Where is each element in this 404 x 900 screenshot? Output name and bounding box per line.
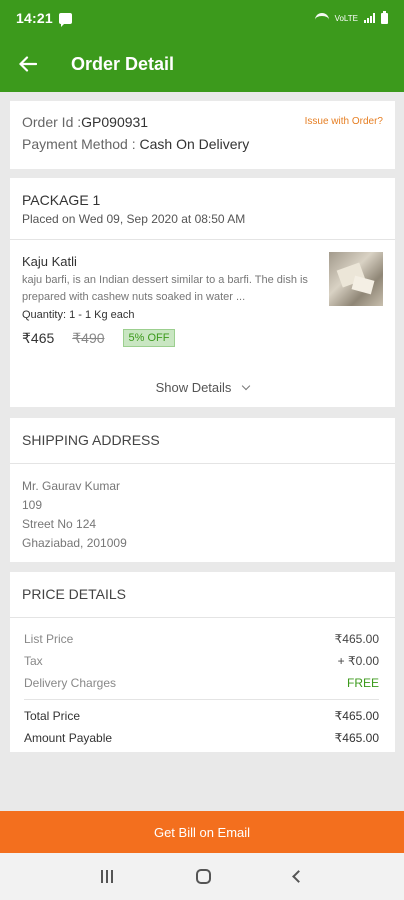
arrow-left-icon <box>19 56 37 72</box>
payment-method-label: Payment Method : <box>22 136 136 152</box>
package-title: PACKAGE 1 <box>22 192 101 208</box>
payment-method-value: Cash On Delivery <box>139 136 250 152</box>
show-details-label: Show Details <box>155 380 232 395</box>
package-card: PACKAGE 1 Placed on Wed 09, Sep 2020 at … <box>10 178 395 407</box>
home-icon[interactable] <box>195 869 211 884</box>
list-price-row: List Price ₹465.00 <box>24 628 379 650</box>
recents-icon[interactable] <box>101 870 114 883</box>
item-price: ₹465 <box>22 329 55 346</box>
tax-label: Tax <box>24 654 43 668</box>
address-line: Ghaziabad, 201009 <box>22 536 127 550</box>
delivery-charges-value: FREE <box>346 676 379 690</box>
chevron-down-icon <box>242 381 251 391</box>
item-description: kaju barfi, is an Indian dessert similar… <box>22 274 308 303</box>
order-summary-card: Order Id :GP090931 Issue with Order? Pay… <box>10 101 395 169</box>
volte-label: VoLTE <box>334 13 358 23</box>
payment-method: Payment Method : Cash On Delivery <box>22 136 383 152</box>
price-details-card: PRICE DETAILS List Price ₹465.00 Tax + ₹… <box>10 572 395 752</box>
back-button[interactable] <box>0 36 56 92</box>
tax-value: + ₹0.00 <box>337 654 379 668</box>
system-nav-bar <box>0 853 404 900</box>
message-notification-icon <box>58 12 72 27</box>
address-line: Street No 124 <box>22 517 97 531</box>
amount-payable-row: Amount Payable ₹465.00 <box>24 727 379 749</box>
status-bar: 14:21 VoLTE <box>0 0 404 36</box>
back-nav-icon[interactable] <box>291 870 305 883</box>
discount-badge: 5% OFF <box>122 329 176 347</box>
app-bar: Order Detail <box>0 36 404 92</box>
order-id-label: Order Id : <box>22 114 82 130</box>
item-quantity: Quantity: 1 - 1 Kg each <box>22 309 135 321</box>
issue-with-order-link[interactable]: Issue with Order? <box>305 116 383 127</box>
list-price-value: ₹465.00 <box>334 632 379 646</box>
total-price-value: ₹465.00 <box>334 709 379 723</box>
page-title: Order Detail <box>71 53 175 74</box>
total-price-row: Total Price ₹465.00 <box>24 705 379 727</box>
item-mrp: ₹490 <box>72 329 105 346</box>
address-line: Mr. Gaurav Kumar <box>22 479 121 493</box>
status-time: 14:21 <box>16 10 53 26</box>
shipping-address-card: SHIPPING ADDRESS Mr. Gaurav Kumar 109 St… <box>10 418 395 562</box>
battery-icon <box>381 10 388 24</box>
wifi-icon <box>314 13 329 23</box>
signal-icon <box>364 13 375 23</box>
shipping-address-title: SHIPPING ADDRESS <box>10 418 395 464</box>
amount-payable-value: ₹465.00 <box>334 731 379 745</box>
shipping-address: Mr. Gaurav Kumar 109 Street No 124 Ghazi… <box>10 464 395 553</box>
placed-on-date: Placed on Wed 09, Sep 2020 at 08:50 AM <box>22 212 246 226</box>
show-details-button[interactable]: Show Details <box>10 380 395 395</box>
price-details-title: PRICE DETAILS <box>10 572 395 618</box>
item-prices: ₹465 ₹490 5% OFF <box>22 329 383 347</box>
divider <box>24 699 379 700</box>
amount-payable-label: Amount Payable <box>24 731 113 745</box>
delivery-charges-row: Delivery Charges FREE <box>24 672 379 694</box>
order-item[interactable]: Kaju Katli kaju barfi, is an Indian dess… <box>10 240 395 360</box>
address-line: 109 <box>22 498 43 512</box>
order-id: Order Id :GP090931 <box>22 114 148 130</box>
delivery-charges-label: Delivery Charges <box>24 676 117 690</box>
get-bill-on-email-button[interactable]: Get Bill on Email <box>0 811 404 853</box>
status-icons: VoLTE <box>314 10 388 24</box>
tax-row: Tax + ₹0.00 <box>24 650 379 672</box>
order-id-value: GP090931 <box>81 114 149 130</box>
list-price-label: List Price <box>24 632 74 646</box>
product-image[interactable] <box>329 252 383 306</box>
total-price-label: Total Price <box>24 709 81 723</box>
package-header: PACKAGE 1 Placed on Wed 09, Sep 2020 at … <box>10 178 395 240</box>
